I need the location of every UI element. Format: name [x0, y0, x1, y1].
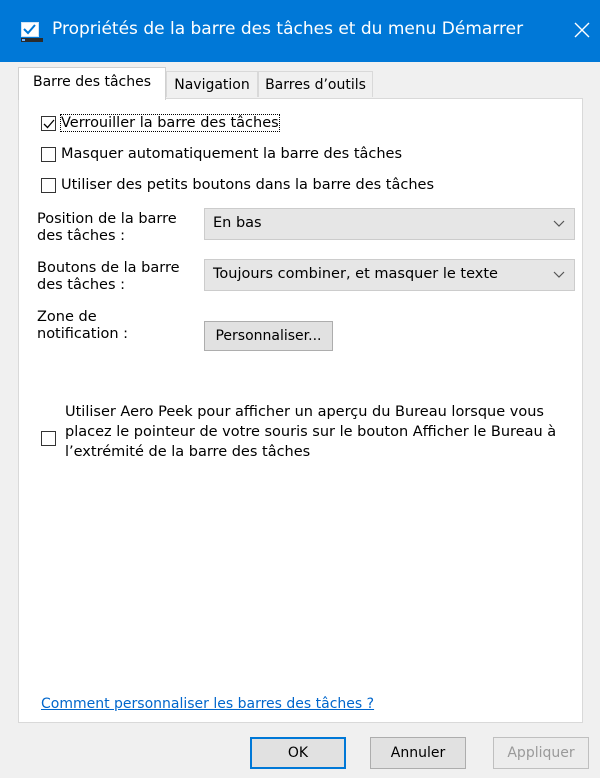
checkmark-icon	[43, 119, 55, 128]
aero-peek-checkbox[interactable]	[41, 431, 56, 446]
tab-toolbars[interactable]: Barres d’outils	[258, 71, 373, 97]
buttons-label-line1: Boutons de la barre	[37, 260, 180, 276]
cancel-button-label: Annuler	[390, 745, 446, 761]
position-label-line1: Position de la barre	[37, 211, 177, 227]
tab-label: Barres d’outils	[265, 77, 366, 93]
tab-label: Navigation	[174, 77, 250, 93]
apply-button[interactable]: Appliquer	[493, 737, 589, 769]
position-select[interactable]: En bas	[204, 208, 575, 240]
auto-hide-checkbox[interactable]	[41, 146, 56, 162]
small-buttons-option[interactable]: Utiliser des petits boutons dans la barr…	[41, 177, 434, 193]
position-label: Position de la barre des tâches :	[37, 211, 177, 245]
tab-navigation[interactable]: Navigation	[166, 71, 258, 97]
buttons-label: Boutons de la barre des tâches :	[37, 260, 180, 294]
buttons-combine-select[interactable]: Toujours combiner, et masquer le texte	[204, 259, 575, 291]
tab-taskbar[interactable]: Barre des tâches	[18, 67, 166, 100]
aero-peek-line1: Utiliser Aero Peek pour afficher un aper…	[65, 404, 544, 420]
buttons-combine-value: Toujours combiner, et masquer le texte	[213, 266, 498, 282]
aero-peek-line2: placez le pointeur de votre souris sur l…	[65, 424, 557, 440]
lock-taskbar-option[interactable]: Verrouiller la barre des tâches	[41, 114, 280, 132]
chevron-down-icon	[553, 220, 565, 227]
notification-label-line2: notification :	[37, 326, 129, 342]
notification-label-line1: Zone de	[37, 309, 97, 325]
customize-notification-button[interactable]: Personnaliser...	[204, 321, 333, 351]
chevron-down-icon	[553, 271, 565, 278]
ok-button[interactable]: OK	[250, 737, 346, 769]
lock-taskbar-checkbox[interactable]	[41, 115, 56, 131]
lock-taskbar-label: Verrouiller la barre des tâches	[60, 114, 280, 132]
taskbar-properties-icon	[21, 22, 43, 42]
cancel-button[interactable]: Annuler	[370, 737, 466, 769]
customize-button-label: Personnaliser...	[215, 328, 322, 344]
apply-button-label: Appliquer	[507, 745, 575, 761]
close-button[interactable]	[564, 12, 600, 48]
ok-button-label: OK	[287, 745, 309, 761]
aero-peek-label: Utiliser Aero Peek pour afficher un aper…	[65, 402, 556, 462]
auto-hide-label: Masquer automatiquement la barre des tâc…	[61, 146, 403, 162]
title-bar: Propriétés de la barre des tâches et du …	[0, 0, 600, 62]
aero-peek-line3: l’extrémité de la barre des tâches	[65, 444, 311, 460]
window-title: Propriétés de la barre des tâches et du …	[52, 19, 524, 39]
buttons-label-line2: des tâches :	[37, 277, 125, 293]
taskbar-tab-panel: Verrouiller la barre des tâches Masquer …	[18, 98, 583, 723]
small-buttons-checkbox[interactable]	[41, 177, 56, 193]
position-select-value: En bas	[213, 215, 262, 231]
tab-label: Barre des tâches	[33, 74, 151, 90]
notification-label: Zone de notification :	[37, 309, 128, 343]
auto-hide-option[interactable]: Masquer automatiquement la barre des tâc…	[41, 146, 402, 162]
small-buttons-label: Utiliser des petits boutons dans la barr…	[61, 177, 435, 193]
position-label-line2: des tâches :	[37, 228, 125, 244]
help-link[interactable]: Comment personnaliser les barres des tâc…	[41, 696, 374, 712]
close-icon	[574, 22, 590, 38]
